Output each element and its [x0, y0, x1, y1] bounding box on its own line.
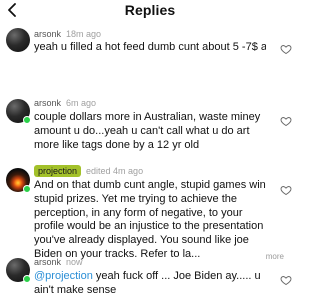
reply-meta: arsonk 18m ago	[34, 28, 101, 40]
reply-item: arsonk 6m ago couple dollars more in Aus…	[0, 95, 300, 155]
mention-link[interactable]: @projection	[34, 270, 93, 282]
heart-icon[interactable]	[280, 274, 292, 286]
chevron-left-icon	[8, 3, 16, 17]
reply-item: arsonk 18m ago yeah u filled a hot feed …	[0, 24, 300, 60]
online-status-indicator	[23, 116, 31, 124]
header-bar: Replies	[0, 0, 300, 20]
heart-icon[interactable]	[280, 184, 292, 196]
heart-icon[interactable]	[280, 43, 292, 55]
username[interactable]: arsonk	[34, 257, 61, 267]
timestamp: edited 4m ago	[86, 166, 144, 176]
reply-meta: projection edited 4m ago	[34, 165, 143, 177]
reply-text: couple dollars more in Australian, waste…	[34, 111, 261, 151]
username[interactable]: arsonk	[34, 29, 61, 39]
reply-item: arsonk now @projection yeah fuck off ...…	[0, 254, 300, 300]
avatar[interactable]	[6, 168, 31, 193]
reply-item: projection edited 4m ago And on that dum…	[0, 164, 300, 268]
avatar[interactable]	[6, 258, 31, 283]
online-status-indicator	[23, 275, 31, 283]
replies-screen: Replies arsonk 18m ago yeah u filled a h…	[0, 0, 300, 300]
username-badge[interactable]: projection	[34, 165, 82, 177]
online-status-indicator	[23, 185, 31, 193]
timestamp: 6m ago	[66, 98, 97, 108]
reply-text: @projection yeah fuck off ... Joe Biden …	[34, 270, 266, 298]
avatar[interactable]	[6, 99, 31, 124]
heart-icon[interactable]	[280, 115, 292, 127]
avatar[interactable]	[6, 28, 30, 52]
back-button[interactable]	[2, 0, 22, 20]
reply-text: yeah u filled a hot feed dumb cunt about…	[34, 41, 266, 53]
timestamp: now	[66, 257, 83, 267]
username[interactable]: arsonk	[34, 98, 61, 108]
timestamp: 18m ago	[66, 29, 102, 39]
reply-meta: arsonk 6m ago	[34, 97, 96, 109]
reply-text: And on that dumb cunt angle, stupid game…	[34, 179, 266, 260]
page-title: Replies	[124, 2, 176, 18]
reply-meta: arsonk now	[34, 256, 83, 268]
